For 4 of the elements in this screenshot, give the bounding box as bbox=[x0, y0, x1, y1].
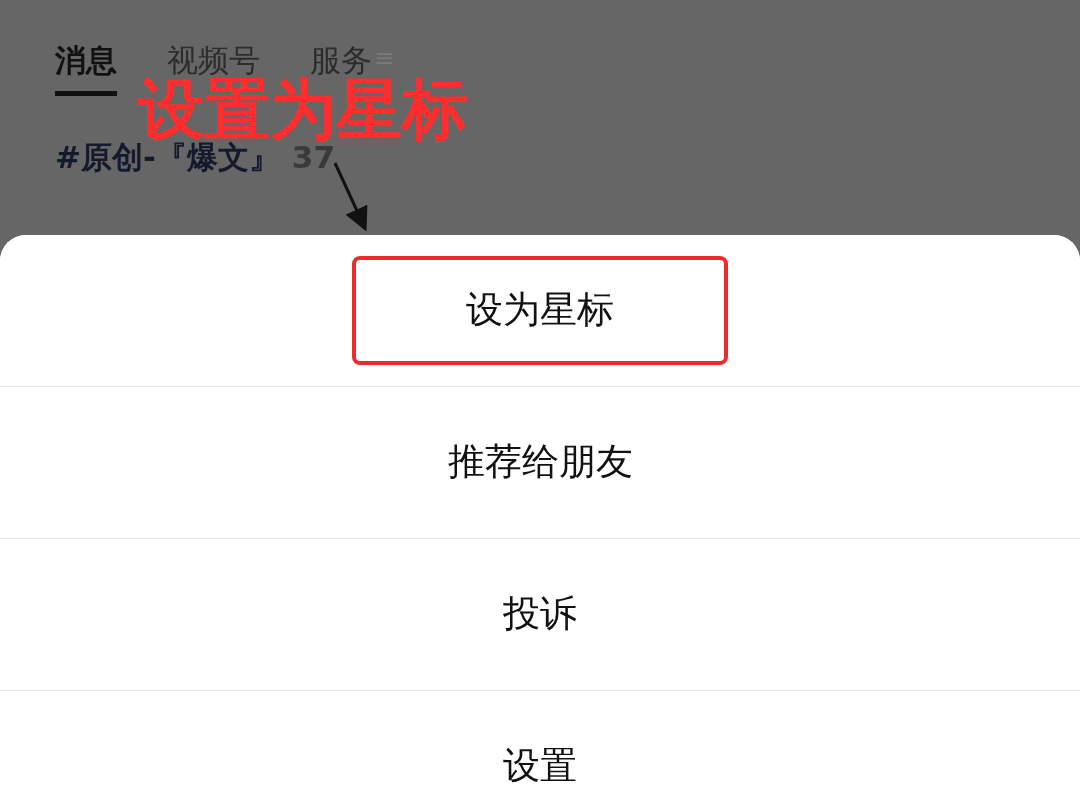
menu-option[interactable]: 设置 bbox=[503, 744, 577, 789]
tab[interactable]: 消息 bbox=[55, 41, 117, 96]
menu-option[interactable]: 推荐给朋友 bbox=[447, 440, 633, 485]
menu-option[interactable]: 投诉 bbox=[503, 592, 577, 637]
